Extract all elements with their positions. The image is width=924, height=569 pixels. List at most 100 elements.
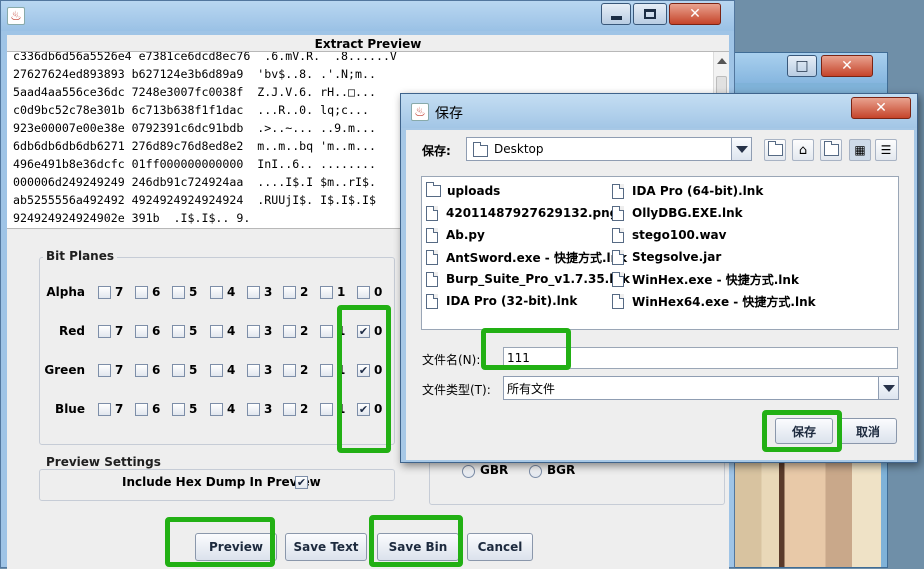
file-list-item[interactable]: AntSword.exe - 快捷方式.lnk: [426, 247, 627, 267]
close-icon: ✕: [875, 100, 887, 116]
home-button[interactable]: ⌂: [792, 139, 814, 161]
bitplane-checkbox[interactable]: [320, 403, 333, 416]
bitplane-checkbox[interactable]: [172, 403, 185, 416]
file-list-item[interactable]: 42011487927629132.png: [426, 203, 618, 223]
include-hex-checkbox[interactable]: ✔: [295, 476, 308, 489]
up-one-level-button[interactable]: [764, 139, 786, 161]
radio-gbr[interactable]: [462, 465, 475, 478]
bitplane-bit-label: 3: [264, 285, 273, 299]
filename-label: 文件名(N):: [422, 353, 481, 367]
bitplane-checkbox[interactable]: [135, 286, 148, 299]
preview-button[interactable]: Preview: [195, 533, 277, 561]
bitplane-checkbox[interactable]: ✔: [357, 364, 370, 377]
bitplane-checkbox[interactable]: [320, 364, 333, 377]
file-list-item[interactable]: Stegsolve.jar: [612, 247, 721, 267]
bitplane-checkbox[interactable]: [210, 364, 223, 377]
hex-line: 496e491b8e36dcfc 01ff000000000000 InI..6…: [13, 157, 376, 171]
file-name: stego100.wav: [632, 228, 727, 242]
main-maximize-button[interactable]: [633, 3, 667, 25]
file-icon: [426, 205, 438, 221]
new-folder-button[interactable]: [820, 139, 842, 161]
dialog-save-button[interactable]: 保存: [775, 418, 833, 444]
bitplane-bit-label: 4: [227, 285, 236, 299]
bitplane-checkbox[interactable]: [247, 403, 260, 416]
file-name: uploads: [447, 184, 501, 198]
background-close-button[interactable]: ✕: [821, 55, 873, 77]
save-dialog-title: 保存: [435, 106, 463, 122]
bitplane-checkbox[interactable]: [283, 364, 296, 377]
hex-line: ab5255556a492492 4924924924924924 .RUUjI…: [13, 193, 376, 207]
bitplane-checkbox[interactable]: [283, 286, 296, 299]
file-list-item[interactable]: Ab.py: [426, 225, 485, 245]
bitplane-checkbox[interactable]: [172, 286, 185, 299]
hex-line: 6db6db6db6db6271 276d89c76d8ed8e2 m..m..…: [13, 139, 376, 153]
filename-input[interactable]: 111: [503, 347, 898, 369]
maximize-icon: □: [795, 58, 809, 74]
main-close-button[interactable]: ✕: [669, 3, 721, 25]
bitplane-checkbox[interactable]: [247, 286, 260, 299]
bitplane-checkbox[interactable]: [210, 403, 223, 416]
file-list-item[interactable]: stego100.wav: [612, 225, 726, 245]
dialog-cancel-button[interactable]: 取消: [839, 418, 897, 444]
save-in-combo[interactable]: Desktop: [466, 137, 752, 161]
details-view-button[interactable]: ☰: [875, 139, 897, 161]
bitplane-checkbox[interactable]: [172, 325, 185, 338]
bitplane-bit-label: 1: [337, 363, 346, 377]
file-icon: [612, 249, 624, 265]
bitplane-checkbox[interactable]: [247, 364, 260, 377]
maximize-icon: [644, 9, 656, 19]
save-text-button[interactable]: Save Text: [285, 533, 367, 561]
radio-gbr-label: GBR: [480, 463, 509, 477]
bitplane-checkbox[interactable]: [320, 286, 333, 299]
hex-line: 924924924924902e 391b .I$.I$.. 9.: [13, 211, 251, 225]
bitplane-checkbox[interactable]: [357, 286, 370, 299]
bitplane-checkbox[interactable]: [247, 325, 260, 338]
bitplane-checkbox[interactable]: [135, 325, 148, 338]
bitplane-checkbox[interactable]: [172, 364, 185, 377]
bitplane-checkbox[interactable]: [283, 403, 296, 416]
cancel-button[interactable]: Cancel: [467, 533, 533, 561]
file-list-item[interactable]: OllyDBG.EXE.lnk: [612, 203, 743, 223]
bitplane-checkbox[interactable]: [320, 325, 333, 338]
bitplane-row-label: Red: [59, 324, 85, 338]
filetype-combo[interactable]: 所有文件: [503, 376, 899, 400]
file-list-item[interactable]: WinHex.exe - 快捷方式.lnk: [612, 269, 799, 289]
save-bin-button[interactable]: Save Bin: [377, 533, 459, 561]
details-view-icon: ☰: [880, 143, 892, 157]
file-icon: [612, 205, 624, 221]
bitplane-checkbox[interactable]: ✔: [357, 403, 370, 416]
save-dialog-close-button[interactable]: ✕: [851, 97, 911, 119]
bitplane-checkbox[interactable]: [283, 325, 296, 338]
file-list-item[interactable]: IDA Pro (32-bit).lnk: [426, 291, 577, 311]
file-list-item[interactable]: Burp_Suite_Pro_v1.7.35.lnk: [426, 269, 630, 289]
file-list-item[interactable]: IDA Pro (64-bit).lnk: [612, 181, 763, 201]
chevron-down-icon[interactable]: [878, 377, 898, 399]
bitplane-checkbox[interactable]: [98, 325, 111, 338]
main-window-titlebar: ♨ ✕: [1, 1, 734, 31]
file-icon: [426, 227, 438, 243]
file-list-item[interactable]: uploads: [426, 181, 500, 201]
bitplane-checkbox[interactable]: [135, 364, 148, 377]
bitplane-checkbox[interactable]: [210, 286, 223, 299]
radio-bgr[interactable]: [529, 465, 542, 478]
bitplane-checkbox[interactable]: [98, 403, 111, 416]
file-list-item[interactable]: WinHex64.exe - 快捷方式.lnk: [612, 291, 816, 311]
background-maximize-button[interactable]: □: [787, 55, 817, 77]
hex-line: c336db6d56a5526e4 e7381ce6dcd8ec76 .6.mV…: [13, 51, 397, 63]
main-minimize-button[interactable]: [601, 3, 631, 25]
file-list[interactable]: uploads 42011487927629132.png Ab.py AntSwor…: [421, 176, 899, 330]
list-view-button[interactable]: ▦: [849, 139, 871, 161]
bitplane-checkbox[interactable]: [135, 403, 148, 416]
java-icon: ♨: [10, 8, 22, 24]
bitplane-checkbox[interactable]: [98, 364, 111, 377]
chevron-down-icon[interactable]: [731, 138, 751, 160]
file-name: Ab.py: [446, 228, 485, 242]
bitplane-checkbox[interactable]: [98, 286, 111, 299]
scroll-up-icon[interactable]: [717, 58, 727, 64]
file-icon: [426, 271, 438, 287]
file-icon: [612, 227, 624, 243]
minimize-icon: [610, 16, 622, 20]
bitplane-checkbox[interactable]: ✔: [357, 325, 370, 338]
bitplane-bit-label: 4: [227, 363, 236, 377]
bitplane-checkbox[interactable]: [210, 325, 223, 338]
